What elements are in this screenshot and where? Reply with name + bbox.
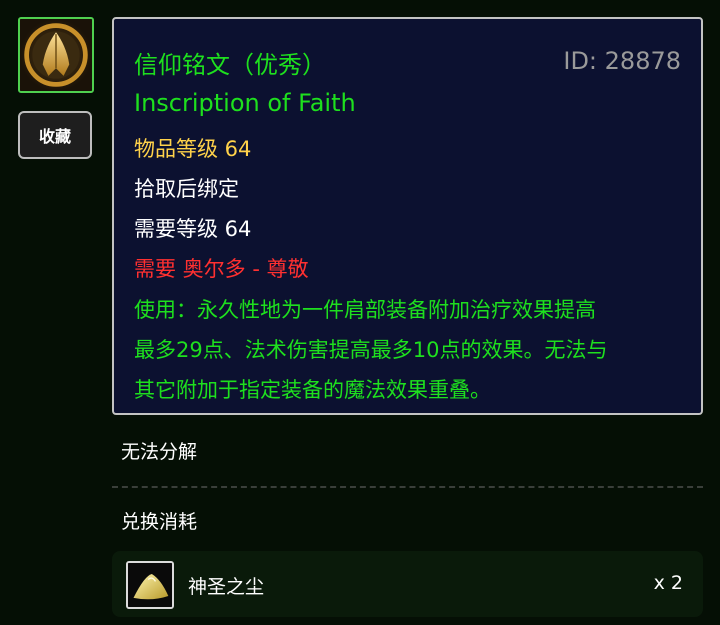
exchange-cost-title: 兑换消耗 [121, 511, 198, 533]
use-effect-line: 其它附加于指定装备的魔法效果重叠。 [134, 378, 491, 402]
section-divider [112, 486, 703, 488]
use-effect: 使用：永久性地为一件肩部装备附加治疗效果提高 最多29点、法术伤害提高最多10点… [134, 290, 689, 410]
item-id: ID: 28878 [563, 47, 681, 75]
item-name-en: Inscription of Faith [134, 89, 356, 117]
holy-dust-icon [126, 561, 174, 609]
cost-item-name: 神圣之尘 [188, 576, 265, 598]
praying-hands-icon[interactable] [18, 17, 94, 93]
disenchant-status: 无法分解 [121, 441, 198, 463]
required-level: 需要等级 64 [134, 217, 252, 241]
use-effect-line: 最多29点、法术伤害提高最多10点的效果。无法与 [134, 338, 608, 362]
item-name-cn: 信仰铭文（优秀） [134, 51, 326, 79]
favorite-button[interactable]: 收藏 [18, 111, 92, 159]
use-effect-line: 使用：永久性地为一件肩部装备附加治疗效果提高 [134, 298, 596, 322]
required-reputation: 需要 奥尔多 - 尊敬 [134, 257, 309, 281]
item-detail-page: 收藏 信仰铭文（优秀） ID: 28878 Inscription of Fai… [0, 0, 720, 625]
exchange-cost-item[interactable]: 神圣之尘 x 2 [112, 551, 703, 617]
cost-item-quantity: x 2 [653, 572, 683, 594]
item-level: 物品等级 64 [134, 137, 252, 161]
item-tooltip: 信仰铭文（优秀） ID: 28878 Inscription of Faith … [112, 17, 703, 415]
bind-type: 拾取后绑定 [134, 177, 239, 201]
